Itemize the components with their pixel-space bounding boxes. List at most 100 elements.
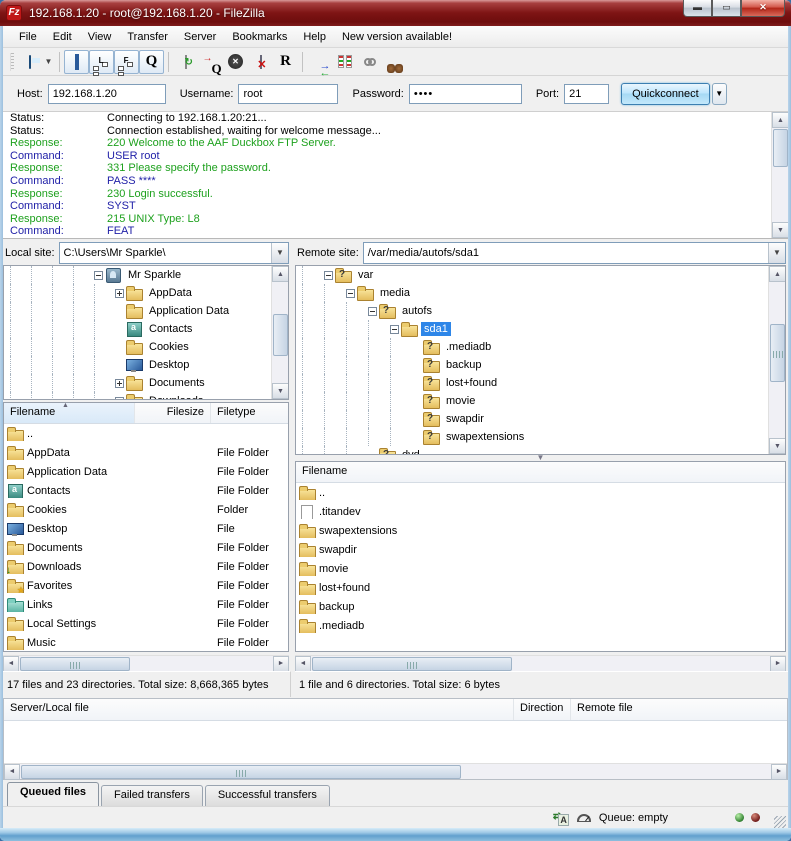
column-header-remote-file[interactable]: Remote file [571,699,787,720]
file-row-appdata[interactable]: AppDataFile Folder [4,443,288,462]
tree-item-backup[interactable]: ?backup [296,356,768,374]
file-row-swapdir[interactable]: swapdir [296,540,785,559]
file-row-music[interactable]: MusicFile Folder [4,633,288,652]
column-header-server-local-file[interactable]: Server/Local file [4,699,514,720]
minimize-button[interactable]: ▬ [683,0,712,17]
menu-item-edit[interactable]: Edit [45,28,80,46]
transfer-queue[interactable]: Server/Local file Direction Remote file … [3,698,788,780]
tree-item-appdata[interactable]: AppData [4,284,271,302]
file-row-[interactable]: .. [4,424,288,443]
toggle-message-log-button[interactable] [64,50,89,74]
file-row-contacts[interactable]: ContactsFile Folder [4,481,288,500]
collapse-expander-icon[interactable] [346,289,355,298]
file-row-documents[interactable]: DocumentsFile Folder [4,538,288,557]
scroll-left-icon[interactable]: ◄ [295,656,311,672]
refresh-button[interactable]: ↻ [173,50,198,74]
scroll-left-icon[interactable]: ◄ [4,764,20,780]
transfer-type-icon[interactable]: ⇄A [553,811,569,825]
tree-item-movie[interactable]: ?movie [296,392,768,410]
expand-expander-icon[interactable] [115,397,124,400]
directory-comparison-button[interactable] [332,50,357,74]
tree-item-autofs[interactable]: ?autofs [296,302,768,320]
disconnect-button[interactable]: ✕ [248,50,273,74]
tree-item-swapdir[interactable]: ?swapdir [296,410,768,428]
local-tree-scrollbar[interactable]: ▲ ▼ [271,266,288,399]
chevron-down-icon[interactable]: ▼ [271,243,288,263]
close-button[interactable]: ✕ [741,0,785,17]
collapse-expander-icon[interactable] [324,271,333,280]
username-input[interactable] [238,84,338,104]
file-row-[interactable]: .. [296,483,785,502]
toggle-queue-button[interactable]: Q [139,50,164,74]
collapse-expander-icon[interactable] [94,271,103,280]
menu-item-file[interactable]: File [11,28,45,46]
column-header-filesize[interactable]: Filesize [135,403,211,423]
site-manager-button[interactable] [17,50,42,74]
collapse-expander-icon[interactable] [390,325,399,334]
column-header-filetype[interactable]: Filetype [211,403,288,423]
scroll-down-icon[interactable]: ▼ [772,222,788,238]
toggle-local-tree-button[interactable]: L [89,50,114,74]
file-row-movie[interactable]: movie [296,559,785,578]
find-files-button[interactable] [382,50,407,74]
file-row-cookies[interactable]: CookiesFolder [4,500,288,519]
tab-failed-transfers[interactable]: Failed transfers [101,785,203,806]
collapse-expander-icon[interactable] [368,307,377,316]
local-file-list[interactable]: Filename ▲ Filesize Filetype ..AppDataFi… [3,402,289,652]
scroll-up-icon[interactable]: ▲ [772,112,788,128]
toggle-remote-tree-button[interactable]: F [114,50,139,74]
resize-grip[interactable] [774,816,786,828]
remote-directory-tree[interactable]: ?varmedia?autofssda1?.mediadb?backup?los… [295,265,786,455]
menu-item-server[interactable]: Server [176,28,224,46]
maximize-button[interactable]: ▭ [712,0,741,17]
tree-item-cookies[interactable]: Cookies [4,338,271,356]
remote-list-hscrollbar[interactable]: ◄ ► [295,655,786,671]
tree-item-sda1[interactable]: sda1 [296,320,768,338]
scroll-right-icon[interactable]: ► [273,656,289,672]
file-row-lost-found[interactable]: lost+found [296,578,785,597]
tree-item-lost-found[interactable]: ?lost+found [296,374,768,392]
scroll-up-icon[interactable]: ▲ [769,266,786,282]
file-row-mediadb[interactable]: .mediadb [296,616,785,635]
local-list-hscrollbar[interactable]: ◄ ► [3,655,289,671]
menu-item-transfer[interactable]: Transfer [119,28,176,46]
remote-file-list[interactable]: Filename ...titandevswapextensionsswapdi… [295,461,786,652]
scroll-right-icon[interactable]: ► [771,764,787,780]
quickconnect-dropdown-button[interactable]: ▼ [712,83,727,105]
menu-item-new-version-available[interactable]: New version available! [334,28,460,46]
quickconnect-button[interactable]: Quickconnect [621,83,710,105]
scroll-down-icon[interactable]: ▼ [272,383,289,399]
tree-item-desktop[interactable]: Desktop [4,356,271,374]
host-input[interactable] [48,84,166,104]
title-bar[interactable]: Fz 192.168.1.20 - root@192.168.1.20 - Fi… [0,0,791,26]
file-row-application-data[interactable]: Application DataFile Folder [4,462,288,481]
file-row-desktop[interactable]: DesktopFile [4,519,288,538]
toolbar-grip[interactable] [10,53,14,71]
local-directory-tree[interactable]: Mr SparkleAppDataApplication DataContact… [3,265,289,400]
site-manager-dropdown-icon[interactable]: ▼ [42,50,55,74]
expand-expander-icon[interactable] [115,289,124,298]
expand-expander-icon[interactable] [115,379,124,388]
scroll-down-icon[interactable]: ▼ [769,438,786,454]
speed-limits-icon[interactable] [577,814,591,822]
queue-hscrollbar[interactable]: ◄ ► [4,763,787,779]
scroll-right-icon[interactable]: ► [770,656,786,672]
local-site-combobox[interactable]: C:\Users\Mr Sparkle\ ▼ [59,242,289,264]
port-input[interactable] [564,84,609,104]
message-log-scrollbar[interactable]: ▲ ▼ [771,112,788,238]
column-header-filename[interactable]: Filename ▲ [4,403,135,423]
scroll-up-icon[interactable]: ▲ [272,266,289,282]
tree-item-documents[interactable]: Documents [4,374,271,392]
chevron-down-icon[interactable]: ▼ [768,243,785,263]
remote-tree-scrollbar[interactable]: ▲ ▼ [768,266,785,454]
cancel-button[interactable]: ✕ [223,50,248,74]
synchronized-browsing-button[interactable] [357,50,382,74]
file-row-local-settings[interactable]: Local SettingsFile Folder [4,614,288,633]
file-row-backup[interactable]: backup [296,597,785,616]
scroll-left-icon[interactable]: ◄ [3,656,19,672]
tree-item-mediadb[interactable]: ?.mediadb [296,338,768,356]
tree-item-swapextensions[interactable]: ?swapextensions [296,428,768,446]
file-row-favorites[interactable]: ★FavoritesFile Folder [4,576,288,595]
tree-item-mr-sparkle[interactable]: Mr Sparkle [4,266,271,284]
tree-item-contacts[interactable]: Contacts [4,320,271,338]
